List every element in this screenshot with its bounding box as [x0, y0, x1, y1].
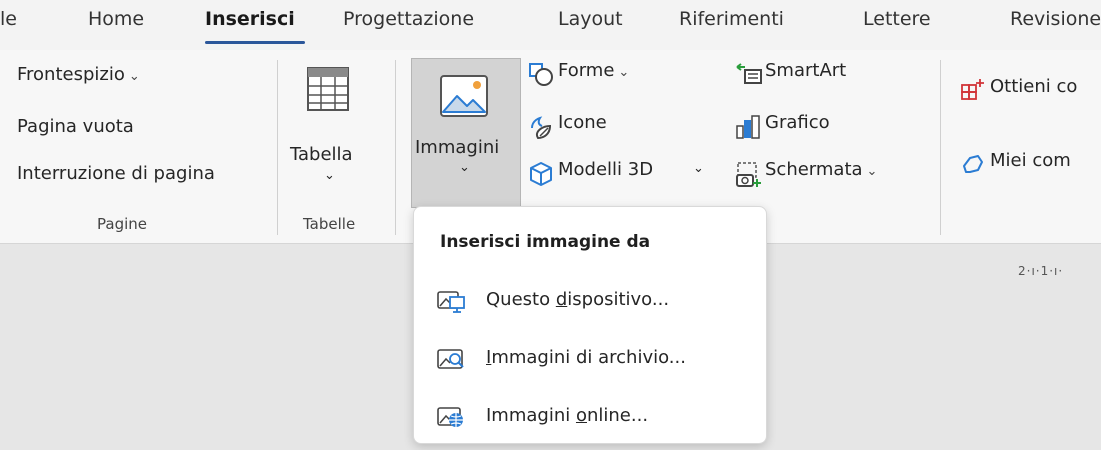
tab-riferimenti[interactable]: Riferimenti: [679, 8, 784, 30]
menu-item-label: Immagini di archivio...: [486, 347, 686, 368]
smartart-icon: [736, 63, 762, 84]
tab-revisione[interactable]: Revisione: [1010, 8, 1101, 30]
pagina-vuota-button[interactable]: Pagina vuota: [17, 116, 134, 137]
modelli-3d-button[interactable]: Modelli 3D ⌄: [528, 159, 723, 189]
tab-lettere[interactable]: Lettere: [863, 8, 931, 30]
group-separator: [395, 60, 396, 235]
forme-button[interactable]: Forme ⌄: [528, 60, 688, 90]
chart-icon: [736, 115, 760, 139]
frontespizio-button[interactable]: Frontespizio ⌄: [17, 64, 140, 85]
menu-item-questo-dispositivo[interactable]: Questo dispositivo...: [414, 279, 766, 323]
ottieni-componenti-button[interactable]: Ottieni co: [960, 76, 1101, 106]
smartart-label: SmartArt: [765, 60, 847, 81]
tab-home[interactable]: Home: [88, 8, 144, 30]
group-label-pagine: Pagine: [97, 215, 147, 233]
frontespizio-label: Frontespizio: [17, 64, 125, 85]
grafico-label: Grafico: [765, 112, 830, 133]
ribbon-tab-bar: le Home Inserisci Progettazione Layout R…: [0, 0, 1101, 50]
smartart-button[interactable]: SmartArt: [735, 60, 885, 90]
horizontal-ruler: 2·ı·1·ı·: [1018, 264, 1064, 278]
miei-label: Miei com: [990, 150, 1071, 171]
chevron-down-icon: ⌄: [324, 168, 335, 183]
menu-title: Inserisci immagine da: [440, 232, 651, 252]
my-add-ins-icon: [963, 155, 983, 173]
add-in-store-icon: [961, 79, 984, 100]
modelli-3d-label: Modelli 3D: [558, 159, 654, 180]
interruzione-pagina-button[interactable]: Interruzione di pagina: [17, 163, 215, 184]
shapes-icon: [529, 63, 553, 86]
menu-item-immagini-online[interactable]: Immagini online...: [414, 395, 766, 439]
tabella-button[interactable]: Tabella ⌄: [290, 60, 382, 210]
schermata-label: Schermata ⌄: [765, 159, 878, 180]
cube-3d-icon: [530, 162, 552, 186]
active-tab-indicator: [205, 41, 305, 44]
schermata-button[interactable]: Schermata ⌄: [735, 159, 915, 189]
screenshot-icon: [736, 162, 761, 187]
menu-item-label: Immagini online...: [486, 405, 649, 426]
immagini-label: Immagini: [415, 137, 500, 158]
group-separator: [277, 60, 278, 235]
inserisci-immagine-menu: Inserisci immagine da Questo dispositivo…: [413, 206, 767, 444]
miei-componenti-button[interactable]: Miei com: [960, 150, 1101, 180]
device-image-icon: [437, 291, 465, 313]
online-image-icon: [437, 407, 463, 427]
forme-label: Forme ⌄: [558, 60, 630, 81]
icons-icon: [531, 116, 552, 140]
chevron-down-icon: ⌄: [693, 161, 704, 176]
picture-icon: [440, 75, 488, 117]
grafico-button[interactable]: Grafico: [735, 112, 885, 142]
ottieni-label: Ottieni co: [990, 76, 1078, 97]
icone-button[interactable]: Icone: [528, 112, 688, 142]
tab-inserisci[interactable]: Inserisci: [205, 8, 295, 30]
immagini-button[interactable]: Immagini ⌄: [411, 58, 521, 208]
tab-layout[interactable]: Layout: [558, 8, 623, 30]
table-icon: [307, 67, 349, 111]
tab-file-partial[interactable]: le: [0, 8, 17, 30]
menu-item-label: Questo dispositivo...: [486, 289, 670, 310]
tab-progettazione[interactable]: Progettazione: [343, 8, 474, 30]
tabella-label: Tabella: [290, 144, 353, 165]
icone-label: Icone: [558, 112, 607, 133]
chevron-down-icon: ⌄: [128, 69, 140, 84]
stock-image-icon: [437, 349, 464, 369]
menu-item-immagini-archivio[interactable]: Immagini di archivio...: [414, 337, 766, 381]
group-label-tabelle: Tabelle: [303, 215, 356, 233]
group-separator: [940, 60, 941, 235]
chevron-down-icon: ⌄: [459, 160, 470, 175]
